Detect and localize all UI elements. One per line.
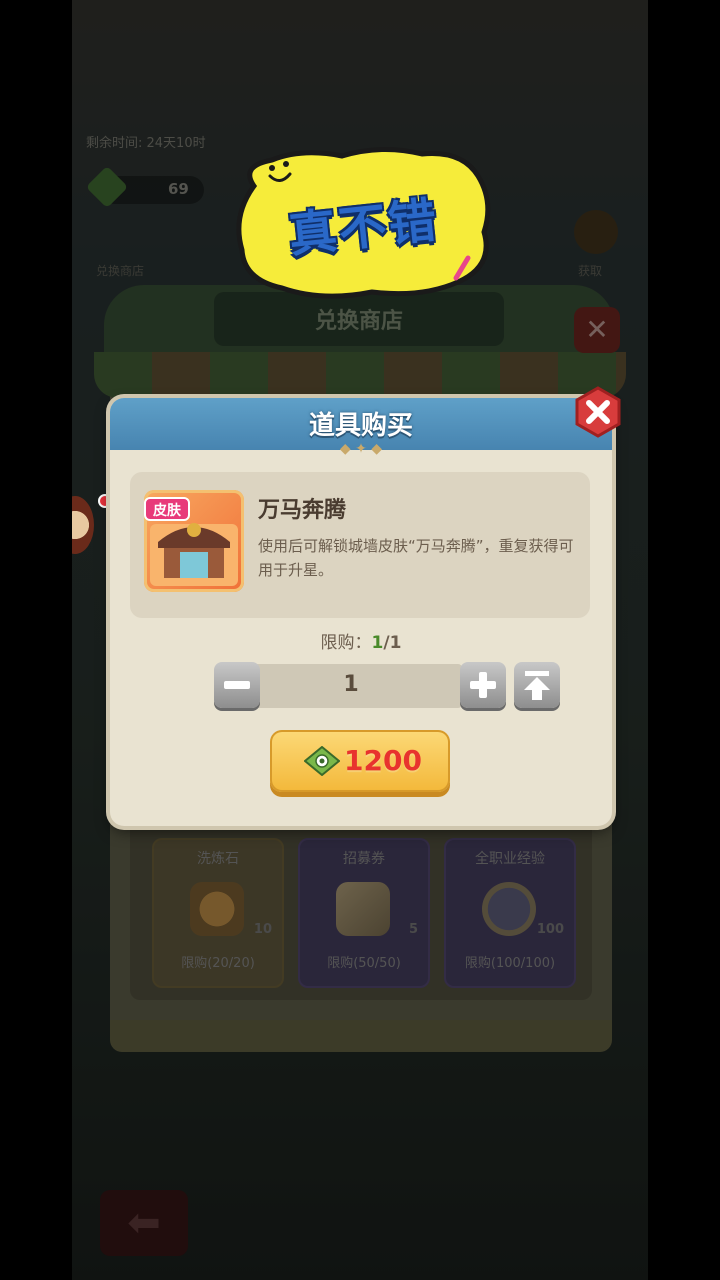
item-name: 万马奔腾: [258, 498, 347, 523]
price-label: 1200: [344, 744, 422, 777]
close-icon[interactable]: [572, 386, 624, 438]
minus-icon[interactable]: [214, 662, 260, 708]
purchase-limit-label: 限购：: [320, 633, 372, 653]
dialog-title: 道具购买: [308, 411, 413, 441]
ornament-icon: ◆ ✦ ◆: [339, 441, 383, 457]
quantity-value[interactable]: 1: [240, 672, 462, 697]
purchase-limit: 限购：1/1: [110, 628, 612, 653]
max-icon[interactable]: [514, 662, 560, 708]
game-viewport: 剩余时间: 24天10时 69 兑换商店 获取 兑换商店 ✕ 洗炼石 10 限购…: [72, 0, 648, 1280]
purchase-limit-current: 1: [371, 633, 384, 653]
item-description: 使用后可解锁城墙皮肤“万马奔腾”，重复获得可用于升星。: [258, 537, 574, 579]
plus-icon[interactable]: [460, 662, 506, 708]
skin-badge: 皮肤: [144, 497, 190, 521]
purchase-limit-total: /1: [383, 633, 402, 653]
ticket-icon: [304, 746, 340, 776]
